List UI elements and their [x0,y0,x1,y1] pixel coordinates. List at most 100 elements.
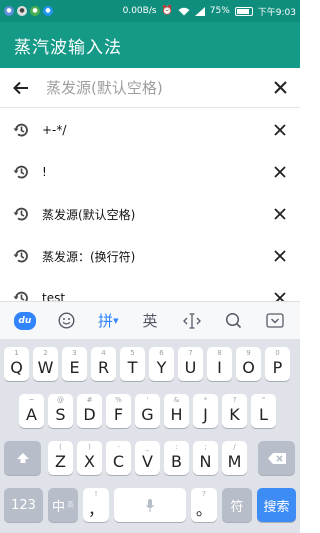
key-hint: ! [94,490,98,498]
arrow-back-icon [13,81,28,94]
search-bar: 蒸发源(默认空格) [0,68,300,108]
symbol-key[interactable]: 符 [222,488,252,522]
key-label: Y [156,357,167,377]
key-c[interactable]: -C [106,441,131,475]
key-i[interactable]: 8I [207,347,232,381]
history-icon [13,291,28,301]
key-t[interactable]: 5T [120,347,145,381]
notification-icon: ● [4,6,14,16]
list-item[interactable]: test [0,277,300,301]
key-j[interactable]: * J [193,394,218,428]
collapse-keyboard-button[interactable] [260,306,290,336]
key-label: S [55,404,66,424]
cursor-button[interactable] [177,306,207,336]
remove-history-button[interactable] [260,292,300,301]
comma-key[interactable]: !， [83,488,109,522]
list-item[interactable]: 蒸发源：(换行符) [0,235,300,277]
key-hint: ) [88,443,91,451]
key-label: X [84,451,95,471]
emoji-icon [58,312,75,329]
close-icon [274,250,286,262]
search-input[interactable]: 蒸发源(默认空格) [42,77,260,98]
key-label: F [113,404,124,424]
close-icon [274,292,286,301]
ime-logo-button[interactable]: du [10,306,40,336]
key-z[interactable]: (Z [48,441,73,475]
key-l[interactable]: " L [251,394,276,428]
backspace-icon [267,452,286,464]
key-hint: 3 [72,349,77,357]
clear-search-button[interactable] [260,68,300,108]
space-key[interactable] [114,488,186,522]
remove-history-button[interactable] [260,250,300,262]
key-x[interactable]: ) X [77,441,102,475]
history-icon [13,165,28,179]
key-label: 123 [11,497,36,513]
key-w[interactable]: 2W [33,347,58,381]
backspace-key[interactable] [258,441,295,475]
key-hint: ~ [28,396,35,404]
key-q[interactable]: 1Q [4,347,29,381]
key-e[interactable]: 3E [62,347,87,381]
key-r[interactable]: 4R [91,347,116,381]
key-p[interactable]: 0P [265,347,290,381]
key-y[interactable]: 6Y [149,347,174,381]
back-button[interactable] [0,68,42,108]
key-h[interactable]: & H [164,394,189,428]
history-icon [13,207,28,221]
key-label: Q [10,357,23,377]
key-hint: 4 [101,349,106,357]
key-hint: : [175,443,178,451]
microphone-icon [146,498,154,512]
key-label: H [170,404,183,424]
history-text: 蒸发源(默认空格) [42,207,136,222]
key-hint: # [86,396,93,404]
remove-history-button[interactable] [260,166,300,178]
key-b[interactable]: :B [164,441,189,475]
list-item[interactable]: 蒸发源(默认空格) [0,193,300,235]
key-label: E [69,357,80,377]
key-v[interactable]: _ V [135,441,160,475]
language-switch-key[interactable]: 中英 [48,488,78,522]
key-label: I [217,357,222,377]
key-g[interactable]: ' G [135,394,160,428]
search-icon [225,312,241,329]
key-d[interactable]: # D [77,394,102,428]
key-n[interactable]: ; N [193,441,218,475]
app-icon: ● [43,6,53,16]
emoji-button[interactable] [52,306,82,336]
battery-percent: 75% [209,6,230,16]
key-label: L [259,404,268,424]
search-button[interactable] [218,306,248,336]
key-hint: 英 [67,501,74,509]
key-label: 搜索 [263,499,290,515]
remove-history-button[interactable] [260,124,300,136]
key-s[interactable]: @ S [48,394,73,428]
key-hint: 9 [246,349,251,357]
key-m[interactable]: / M [222,441,247,475]
shift-key[interactable] [4,441,41,475]
pinyin-mode-button[interactable]: 拼 ▼ [93,306,123,336]
app-bar: 蒸汽波输入法 [0,22,300,68]
number-key[interactable]: 123 [4,488,43,522]
clock: 下午9:03 [257,7,296,18]
key-label: P [272,357,283,377]
key-hint: 2 [43,349,48,357]
list-item[interactable]: +-*/ [0,109,300,151]
list-item[interactable]: ! [0,151,300,193]
remove-history-button[interactable] [260,208,300,220]
key-hint: / [233,443,236,451]
key-o[interactable]: 9O [236,347,261,381]
key-u[interactable]: 7U [178,347,203,381]
key-label: M [227,451,242,471]
period-key[interactable]: ?。 [191,488,217,522]
key-f[interactable]: % F [106,394,131,428]
key-k[interactable]: ? K [222,394,247,428]
search-submit-key[interactable]: 搜索 [257,488,296,522]
key-a[interactable]: ~ A [19,394,44,428]
key-hint: 7 [188,349,193,357]
english-mode-button[interactable]: 英 [135,306,165,336]
key-hint: " [261,396,266,404]
history-list: +-*/ ! 蒸发源(默认空格) 蒸发源：(换行符) test [0,109,300,301]
key-label: V [142,451,153,471]
